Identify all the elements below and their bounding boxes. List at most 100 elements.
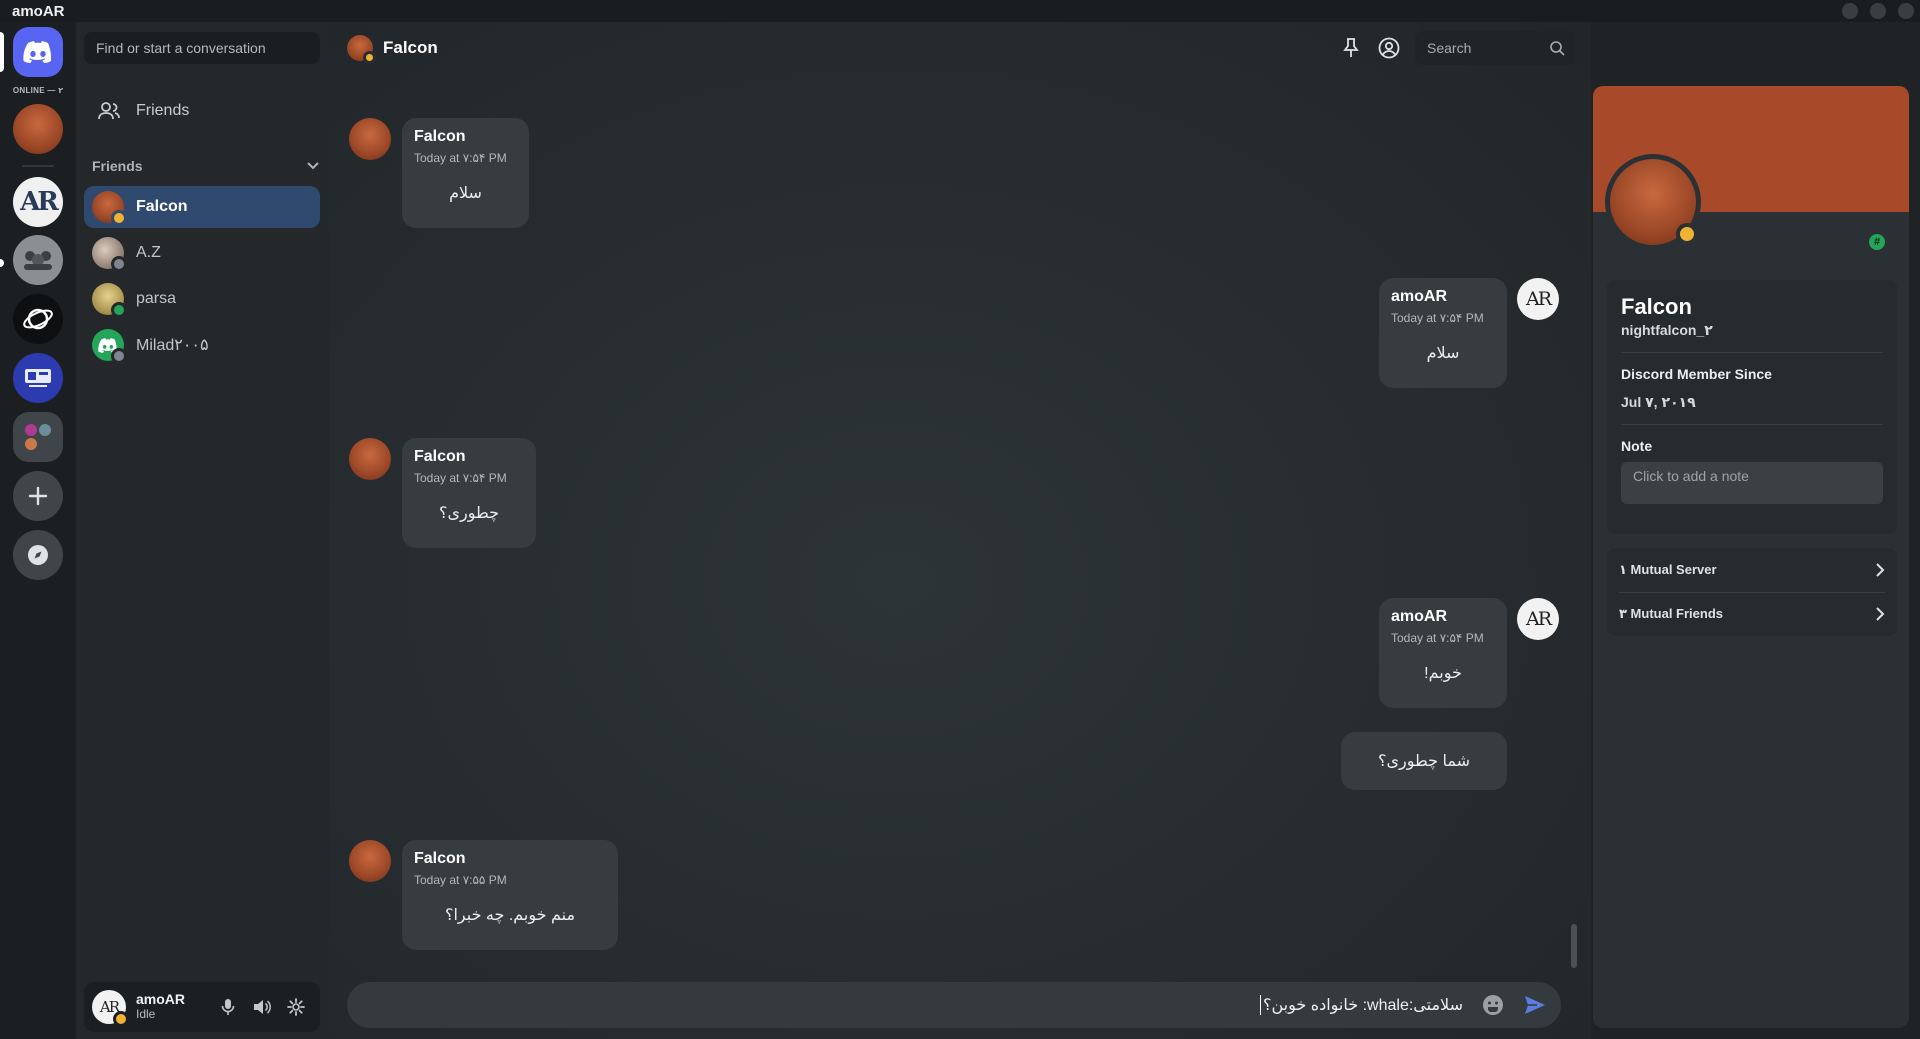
message-avatar[interactable] <box>349 118 391 160</box>
profile-info-card: Falcon nightfalcon_۲ Discord Member Sinc… <box>1607 280 1897 534</box>
online-count-label: ONLINE — ۲ <box>12 86 64 95</box>
dm-name: Falcon <box>136 198 188 215</box>
message-text: منم خوبم. چه خبرا؟ <box>444 907 576 924</box>
dm-item-parsa[interactable]: parsa <box>84 278 320 320</box>
idle-status-icon <box>113 1011 129 1027</box>
message-bubble: amoAR Today at ۷:۵۴ PM خوبم! <box>1379 598 1507 708</box>
member-since-date: Jul ۷, ۲۰۱۹ <box>1621 394 1696 410</box>
dm-name: Milad۲۰۰۵ <box>136 337 209 354</box>
message-timestamp: Today at ۷:۵۴ PM <box>414 151 507 165</box>
online-status-icon <box>111 302 127 318</box>
user-avatar[interactable]: AR <box>92 990 129 1027</box>
message-author: Falcon <box>414 448 466 465</box>
chevron-right-icon <box>1876 563 1885 577</box>
header-avatar[interactable] <box>347 35 376 64</box>
message-author: Falcon <box>414 850 466 867</box>
title-bar: amoAR <box>0 0 1920 22</box>
message-input[interactable]: سلامتی:whale: خانواده خوبن؟ <box>1259 995 1463 1015</box>
chat-scrollbar[interactable] <box>1571 924 1577 968</box>
ar-server-icon[interactable]: AR <box>13 177 63 227</box>
discord-logo-icon <box>23 41 52 63</box>
note-label: Note <box>1621 438 1653 454</box>
avatar <box>92 191 127 226</box>
profile-badge-icon[interactable]: # <box>1869 234 1885 250</box>
microphone-icon <box>221 999 235 1015</box>
settings-button[interactable] <box>284 995 308 1019</box>
idle-status-icon <box>1676 223 1698 245</box>
friends-header-label: Friends <box>92 158 143 174</box>
message-author: amoAR <box>1391 288 1448 305</box>
chevron-right-icon <box>1876 607 1885 621</box>
idle-status-icon <box>363 51 376 64</box>
gear-icon <box>287 998 305 1016</box>
add-server-button[interactable] <box>13 471 63 521</box>
profile-display-name: Falcon <box>1621 294 1692 319</box>
message-composer[interactable]: سلامتی:whale: خانواده خوبن؟ <box>347 982 1561 1028</box>
maximize-button[interactable] <box>1870 3 1886 19</box>
rail-divider <box>22 165 54 167</box>
deafen-button[interactable] <box>250 995 274 1019</box>
message-timestamp: Today at ۷:۵۴ PM <box>1391 631 1484 645</box>
user-circle-icon <box>1378 37 1400 59</box>
message-avatar[interactable] <box>349 438 391 480</box>
planet-server-icon[interactable] <box>13 294 63 344</box>
user-panel: AR amoAR Idle <box>84 982 320 1032</box>
crossout-server-icon[interactable] <box>13 353 63 403</box>
discord-home-button[interactable] <box>13 27 63 77</box>
member-since-label: Discord Member Since <box>1621 366 1772 382</box>
chevron-down-icon <box>307 162 319 170</box>
minimize-button[interactable] <box>1842 3 1858 19</box>
user-status: Idle <box>136 1007 156 1021</box>
emoji-button[interactable] <box>1481 993 1505 1017</box>
message-avatar[interactable] <box>349 840 391 882</box>
user-profile-panel: # Falcon nightfalcon_۲ Discord Member Si… <box>1593 86 1909 1028</box>
message-timestamp: Today at ۷:۵۴ PM <box>414 471 507 485</box>
pinned-messages-button[interactable] <box>1339 36 1363 60</box>
selected-indicator <box>0 32 4 72</box>
mutual-server-label: ۱ Mutual Server <box>1619 562 1717 577</box>
pin-icon <box>1343 38 1359 57</box>
microphone-button[interactable] <box>216 995 240 1019</box>
dm-name: A.Z <box>136 244 161 261</box>
folder-server-icon[interactable] <box>13 412 63 462</box>
mutual-friends-row[interactable]: ۳ Mutual Friends <box>1607 592 1897 636</box>
search-icon <box>1550 41 1565 56</box>
note-input[interactable]: Click to add a note <box>1621 462 1883 504</box>
avatar <box>92 283 127 318</box>
app-title: amoAR <box>12 2 65 20</box>
search-placeholder: Search <box>1427 40 1472 56</box>
falcon-dm-shortcut[interactable] <box>13 104 63 154</box>
message-text: سلام <box>449 185 482 202</box>
friends-nav-item[interactable]: Friends <box>84 90 320 132</box>
mutual-server-row[interactable]: ۱ Mutual Server <box>1607 548 1897 592</box>
message-bubble: شما چطوری؟ <box>1341 732 1507 790</box>
dm-search-input[interactable]: Find or start a conversation <box>84 32 320 64</box>
profile-avatar[interactable] <box>1610 159 1698 245</box>
avatar <box>92 237 127 272</box>
message-avatar[interactable]: AR <box>1517 598 1559 640</box>
friends-section-header[interactable]: Friends <box>92 158 320 174</box>
speaker-icon <box>254 1000 271 1014</box>
profile-username: nightfalcon_۲ <box>1621 322 1713 338</box>
close-button[interactable] <box>1898 3 1914 19</box>
message-avatar[interactable]: AR <box>1517 278 1559 320</box>
divider <box>1621 424 1883 425</box>
message-bubble: Falcon Today at ۷:۵۴ PM سلام <box>402 118 529 228</box>
divider <box>1621 352 1883 353</box>
group-server-icon[interactable] <box>13 235 63 285</box>
chat-search-input[interactable]: Search <box>1415 31 1575 65</box>
message-text: چطوری؟ <box>438 505 500 522</box>
avatar <box>92 329 127 364</box>
dm-item-milad[interactable]: Milad۲۰۰۵ <box>84 324 320 366</box>
emoji-icon <box>1483 995 1503 1015</box>
send-button[interactable] <box>1523 993 1547 1017</box>
message-timestamp: Today at ۷:۵۴ PM <box>1391 311 1484 325</box>
message-text: شما چطوری؟ <box>1378 753 1470 770</box>
plus-icon <box>28 486 48 506</box>
user-profile-toggle[interactable] <box>1377 36 1401 60</box>
dm-item-az[interactable]: A.Z <box>84 232 320 274</box>
chat-area: Falcon Search Falcon Today at ۷:۵۴ PM سل… <box>329 22 1591 1039</box>
discover-button[interactable] <box>13 530 63 580</box>
dm-item-falcon[interactable]: Falcon <box>84 186 320 228</box>
message-author: amoAR <box>1391 608 1448 625</box>
